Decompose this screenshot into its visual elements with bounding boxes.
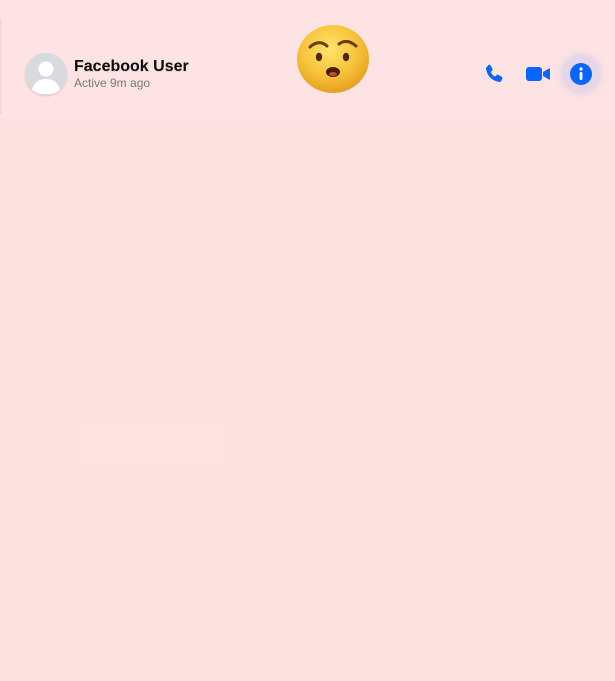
info-icon: [570, 63, 592, 85]
avatar[interactable]: [25, 53, 67, 95]
contact-name[interactable]: Facebook User: [74, 58, 189, 76]
header-divider: [0, 18, 2, 114]
suspicious-face-emoji-icon: [295, 23, 371, 95]
video-call-button[interactable]: [524, 60, 552, 88]
video-camera-icon: [526, 67, 550, 81]
active-status: Active 9m ago: [74, 76, 151, 90]
default-user-icon: [25, 53, 67, 95]
message-area-placeholder: [82, 420, 227, 468]
phone-icon: [485, 64, 503, 82]
conversation-info-button[interactable]: [567, 60, 595, 88]
chat-header: Facebook User Active 9m ago: [0, 0, 615, 118]
voice-call-button[interactable]: [480, 60, 508, 88]
